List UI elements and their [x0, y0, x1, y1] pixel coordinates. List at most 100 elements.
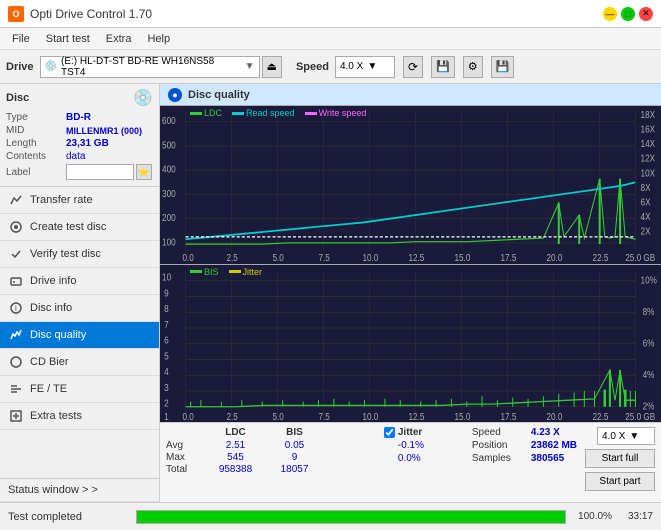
save-button[interactable]: 💾 [491, 56, 515, 78]
close-button[interactable]: ✕ [639, 7, 653, 21]
svg-text:6: 6 [164, 333, 169, 345]
svg-text:2.5: 2.5 [226, 409, 237, 421]
svg-text:17.5: 17.5 [500, 252, 516, 263]
svg-text:25.0 GB: 25.0 GB [625, 252, 655, 263]
time-text: 33:17 [628, 511, 653, 522]
maximize-button[interactable]: □ [621, 7, 635, 21]
svg-text:22.5: 22.5 [592, 252, 608, 263]
label-input[interactable] [66, 164, 134, 180]
svg-text:20.0: 20.0 [546, 409, 562, 421]
svg-text:1: 1 [164, 409, 169, 421]
position-label-stat: Position [472, 440, 527, 451]
start-part-button[interactable]: Start part [585, 472, 655, 491]
speed-value-stat: 4.23 X [531, 427, 560, 438]
cd-bier-icon [8, 354, 24, 370]
menu-extra[interactable]: Extra [98, 31, 140, 47]
svg-text:7.5: 7.5 [318, 252, 329, 263]
start-full-button[interactable]: Start full [585, 449, 655, 468]
sidebar-item-cd-bier[interactable]: CD Bier [0, 349, 159, 376]
settings-button[interactable]: ⚙ [463, 56, 483, 78]
speed-value: 4.0 X [340, 61, 363, 72]
menu-file[interactable]: File [4, 31, 38, 47]
total-label: Total [166, 464, 204, 475]
svg-text:0.0: 0.0 [182, 252, 193, 263]
svg-text:6X: 6X [641, 197, 651, 208]
fe-te-icon [8, 381, 24, 397]
charts-area: LDC Read speed Write speed 600 [160, 106, 661, 422]
avg-label: Avg [166, 440, 204, 451]
sidebar-item-verify-test-disc[interactable]: Verify test disc [0, 241, 159, 268]
ldc-legend: LDC [190, 108, 222, 118]
svg-text:100: 100 [162, 237, 176, 248]
jitter-label: Jitter [398, 427, 422, 438]
speed-dropdown[interactable]: 4.0 X ▼ [335, 56, 395, 78]
stats-table: LDC BIS Avg 2.51 0.05 Max 545 9 Total 95… [166, 427, 376, 476]
label-button[interactable]: ⭐ [136, 164, 152, 180]
disc-panel: Disc 💿 Type BD-R MID MILLENMR1 (000) Len… [0, 84, 159, 187]
speed-dropdown-stat[interactable]: 4.0 X ▼ [597, 427, 655, 445]
samples-value-stat: 380565 [531, 453, 564, 464]
svg-text:5.0: 5.0 [272, 252, 283, 263]
disc-quality-title: Disc quality [188, 89, 250, 101]
svg-text:4X: 4X [641, 211, 651, 222]
menu-start-test[interactable]: Start test [38, 31, 98, 47]
jitter-checkbox[interactable] [384, 427, 395, 438]
svg-text:200: 200 [162, 212, 176, 223]
progress-text: 100.0% [578, 511, 612, 522]
sidebar-item-drive-info[interactable]: Drive info [0, 268, 159, 295]
svg-text:0.0: 0.0 [182, 409, 193, 421]
media-button[interactable]: 💾 [431, 56, 455, 78]
status-window-button[interactable]: Status window > > [0, 478, 159, 502]
svg-text:10X: 10X [641, 168, 656, 179]
app-title: Opti Drive Control 1.70 [30, 7, 152, 21]
max-ldc: 545 [208, 452, 263, 463]
ldc-header: LDC [208, 427, 263, 438]
nav-label-disc-info: Disc info [30, 302, 151, 314]
drive-dropdown[interactable]: 💿 (E:) HL-DT-ST BD-RE WH16NS58 TST4 ▼ [40, 56, 260, 78]
svg-text:10.0: 10.0 [362, 409, 378, 421]
svg-text:18X: 18X [641, 109, 656, 120]
bottom-chart: BIS Jitter 10 9 8 7 6 5 4 [160, 265, 661, 423]
position-row: Position 23862 MB [472, 440, 577, 451]
svg-text:15.0: 15.0 [454, 252, 470, 263]
max-row: Max 545 9 [166, 452, 376, 463]
svg-text:16X: 16X [641, 124, 656, 135]
jitter-avg: -0.1% [398, 440, 464, 451]
write-speed-legend: Write speed [305, 108, 367, 118]
speed-row: Speed 4.23 X [472, 427, 577, 438]
total-row: Total 958388 18057 [166, 464, 376, 475]
nav-label-transfer-rate: Transfer rate [30, 194, 151, 206]
status-text: Test completed [8, 511, 128, 523]
settings-icon: ⚙ [468, 60, 478, 73]
speed-position-section: Speed 4.23 X Position 23862 MB Samples 3… [472, 427, 577, 464]
eject-button[interactable]: ⏏ [262, 56, 282, 78]
menu-help[interactable]: Help [139, 31, 178, 47]
refresh-button[interactable]: ⟳ [403, 56, 423, 78]
speed-dropdown-stat-value: 4.0 X [602, 431, 625, 442]
svg-text:500: 500 [162, 140, 176, 151]
svg-text:12.5: 12.5 [408, 409, 424, 421]
sidebar-item-disc-quality[interactable]: Disc quality [0, 322, 159, 349]
jitter-legend: Jitter [229, 267, 263, 277]
nav-label-disc-quality: Disc quality [30, 329, 151, 341]
drive-dropdown-arrow: ▼ [245, 61, 255, 72]
svg-text:5.0: 5.0 [272, 409, 283, 421]
sidebar-item-create-test-disc[interactable]: Create test disc [0, 214, 159, 241]
max-label: Max [166, 452, 204, 463]
svg-text:10.0: 10.0 [362, 252, 378, 263]
bis-header: BIS [267, 427, 322, 438]
sidebar-item-fe-te[interactable]: FE / TE [0, 376, 159, 403]
transfer-rate-icon [8, 192, 24, 208]
nav-label-cd-bier: CD Bier [30, 356, 151, 368]
sidebar-item-transfer-rate[interactable]: Transfer rate [0, 187, 159, 214]
drive-label: Drive [6, 61, 34, 73]
length-value: 23,31 GB [66, 138, 109, 149]
title-bar: O Opti Drive Control 1.70 — □ ✕ [0, 0, 661, 28]
type-value: BD-R [66, 112, 91, 123]
mid-value: MILLENMR1 (000) [66, 126, 142, 136]
svg-text:4: 4 [164, 365, 169, 377]
disc-quality-icon [8, 327, 24, 343]
sidebar-item-disc-info[interactable]: i Disc info [0, 295, 159, 322]
sidebar-item-extra-tests[interactable]: Extra tests [0, 403, 159, 430]
minimize-button[interactable]: — [603, 7, 617, 21]
